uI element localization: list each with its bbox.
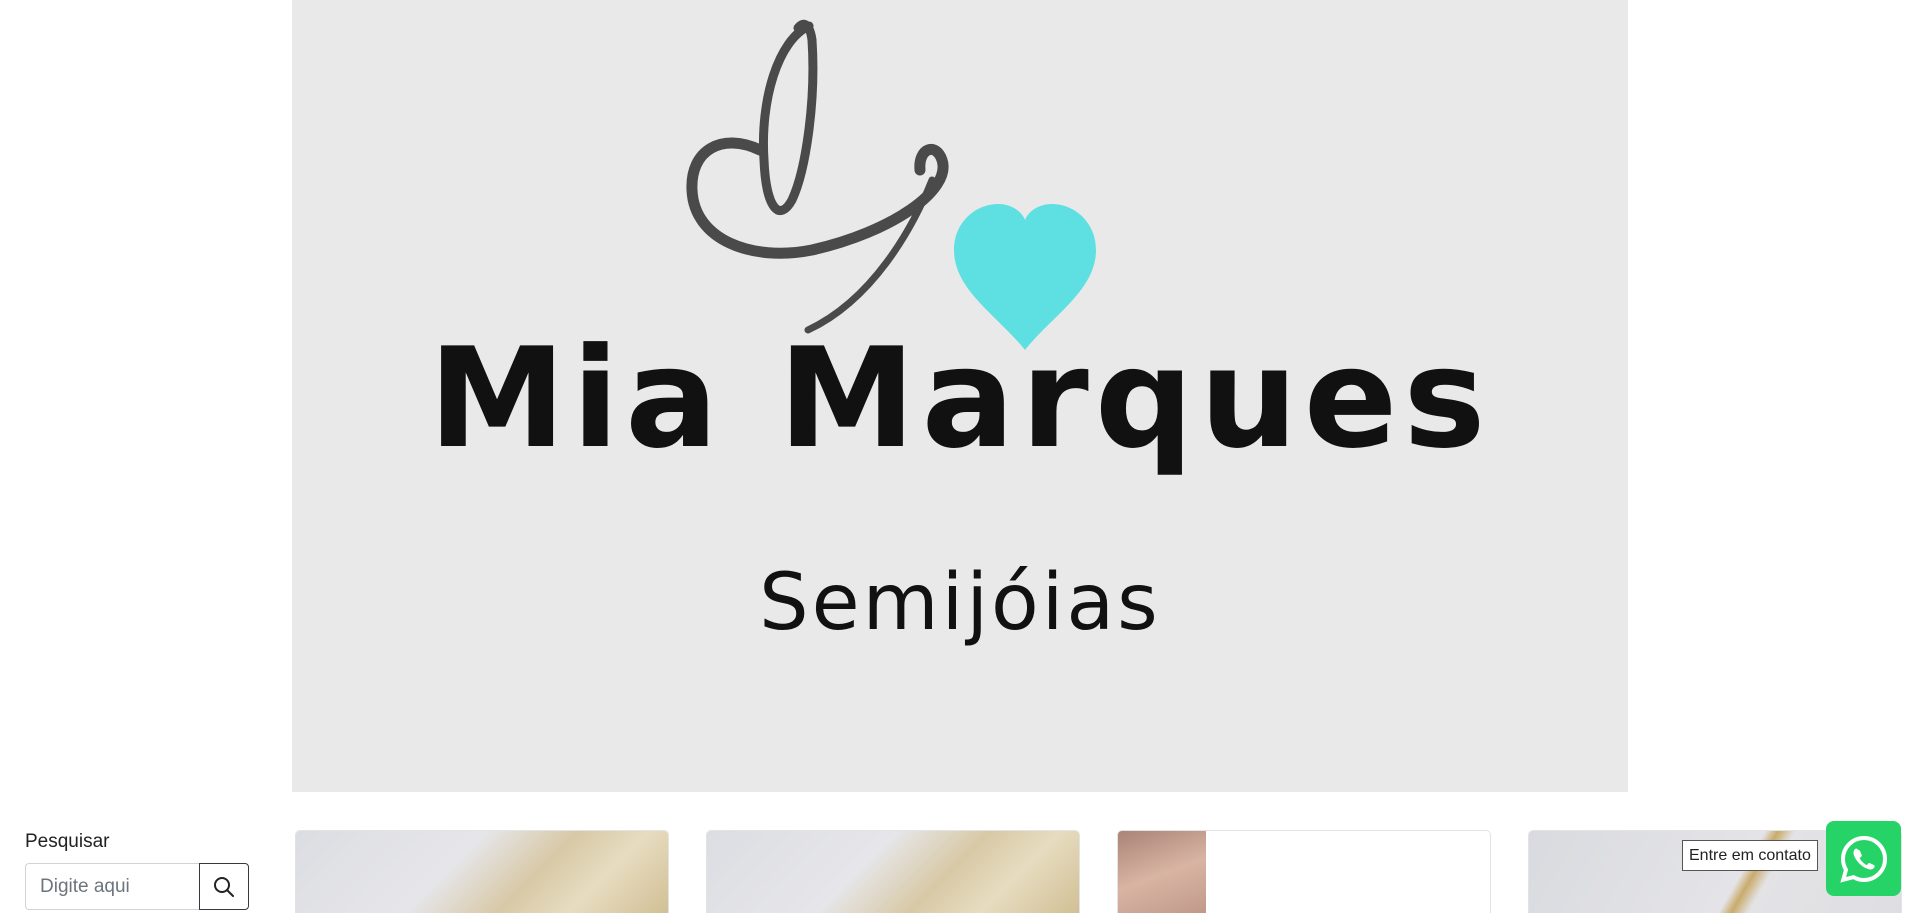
brand-subtitle: Semijóias: [759, 558, 1161, 648]
contact-label[interactable]: Entre em contato: [1682, 840, 1818, 871]
product-card[interactable]: [295, 830, 669, 913]
hand-chain-photo: [1118, 831, 1206, 913]
search-group: [25, 863, 249, 910]
whatsapp-icon: [1839, 835, 1887, 883]
search-button[interactable]: [199, 863, 249, 910]
hero-banner: Mia Marques Semijóias: [292, 0, 1628, 792]
feather-jewelry-photo: [296, 831, 668, 913]
search-input[interactable]: [25, 863, 199, 910]
brand-name: Mia Marques: [428, 318, 1492, 479]
search-icon: [214, 876, 234, 897]
whatsapp-button[interactable]: [1826, 821, 1901, 896]
product-card[interactable]: [1117, 830, 1491, 913]
page: Mia Marques Semijóias Pesquisar Entre em…: [0, 0, 1920, 913]
search-label: Pesquisar: [25, 831, 110, 852]
feather-jewelry-photo: [707, 831, 1079, 913]
product-card[interactable]: [706, 830, 1080, 913]
